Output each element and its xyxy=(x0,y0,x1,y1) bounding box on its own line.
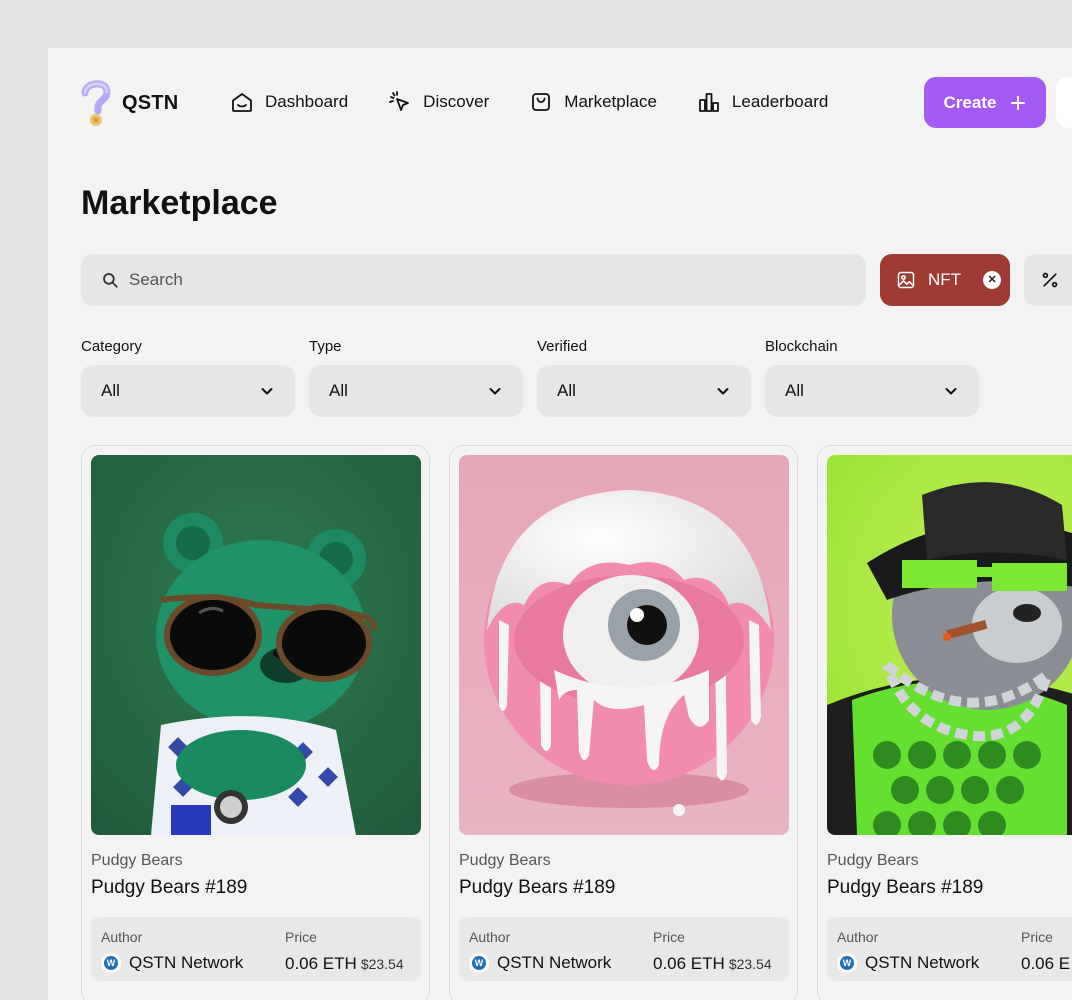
green-bear-art xyxy=(91,455,421,835)
select-value: All xyxy=(101,381,120,400)
nav-item-marketplace[interactable]: Marketplace xyxy=(529,90,657,114)
card-meta: Author Price W QSTN Network 0.06 E xyxy=(827,917,1072,981)
app-name: QSTN xyxy=(122,91,179,114)
chevron-down-icon xyxy=(945,388,957,395)
price-usd: $23.54 xyxy=(728,956,772,972)
filter-label: Blockchain xyxy=(765,338,838,355)
author-name: QSTN Network xyxy=(865,953,980,972)
item-name: Pudgy Bears #189 xyxy=(827,877,984,898)
category-select[interactable]: All xyxy=(81,365,295,417)
network-logo-icon: W xyxy=(101,953,121,973)
panda-art xyxy=(827,455,1072,835)
author-name: QSTN Network xyxy=(129,953,244,972)
nft-image[interactable] xyxy=(91,455,421,835)
author-label: Author xyxy=(469,929,511,945)
filter-blockchain: Blockchain All xyxy=(765,338,979,417)
filter-label: Type xyxy=(309,338,342,355)
author-label: Author xyxy=(101,929,143,945)
shopping-bag-icon xyxy=(532,93,551,111)
price-usd: $23.54 xyxy=(360,956,404,972)
chevron-down-icon xyxy=(717,388,729,395)
price-label: Price xyxy=(653,929,685,945)
nft-image[interactable] xyxy=(459,455,789,835)
filter-type: Type All xyxy=(309,338,523,417)
author[interactable]: W QSTN Network xyxy=(469,953,611,973)
card-meta: Author Price W QSTN Network 0.06 ETH $23.… xyxy=(459,917,789,981)
search-bar xyxy=(81,254,866,306)
search-input[interactable] xyxy=(129,270,729,290)
filter-verified: Verified All xyxy=(537,338,751,417)
author[interactable]: W QSTN Network xyxy=(101,953,243,973)
nav-label: Dashboard xyxy=(265,92,349,111)
image-icon xyxy=(897,271,915,289)
author-label: Author xyxy=(837,929,879,945)
verified-select[interactable]: All xyxy=(537,365,751,417)
logo[interactable]: QSTN xyxy=(80,78,178,128)
filter-label: Verified xyxy=(537,338,588,355)
author-name: QSTN Network xyxy=(497,953,612,972)
price-eth: 0.06 ETH xyxy=(285,954,357,973)
chip-label: NFT xyxy=(928,270,962,289)
filter-category: Category All xyxy=(81,338,295,417)
home-icon xyxy=(232,93,252,112)
price: 0.06 ETH $23.54 xyxy=(653,954,772,974)
nft-card[interactable]: Pudgy Bears Pudgy Bears #189 Author Pric… xyxy=(817,445,1072,1000)
card-meta: Author Price W QSTN Network 0.06 ETH $23.… xyxy=(91,917,421,981)
nft-card[interactable]: Pudgy Bears Pudgy Bears #189 Author Pric… xyxy=(81,445,430,1000)
header-secondary-button[interactable] xyxy=(1056,77,1072,128)
page-title: Marketplace xyxy=(81,184,278,222)
price-label: Price xyxy=(1021,929,1053,945)
filter-chip-nft[interactable]: NFT ✕ xyxy=(880,254,1010,306)
bar-chart-icon xyxy=(699,93,719,112)
nav-label: Discover xyxy=(423,92,490,111)
nft-image[interactable] xyxy=(827,455,1072,835)
create-button[interactable]: Create xyxy=(924,77,1046,128)
nav-item-leaderboard[interactable]: Leaderboard xyxy=(697,90,828,114)
pink-eyeball-art xyxy=(459,455,789,835)
item-name: Pudgy Bears #189 xyxy=(91,877,248,898)
search-icon xyxy=(103,273,118,288)
price: 0.06 ETH $23.54 xyxy=(285,954,404,974)
close-icon[interactable]: ✕ xyxy=(983,271,1002,289)
collection-name: Pudgy Bears xyxy=(459,852,551,869)
nav-label: Marketplace xyxy=(564,92,657,111)
nft-card[interactable]: Pudgy Bears Pudgy Bears #189 Author Pric… xyxy=(449,445,798,1000)
type-select[interactable]: All xyxy=(309,365,523,417)
create-button-label: Create xyxy=(943,92,997,112)
nav-item-discover[interactable]: Discover xyxy=(388,90,489,114)
collection-name: Pudgy Bears xyxy=(827,852,919,869)
percent-icon xyxy=(1042,272,1058,288)
network-logo-icon: W xyxy=(469,953,489,973)
plus-icon xyxy=(1011,95,1026,110)
author[interactable]: W QSTN Network xyxy=(837,953,979,973)
chevron-down-icon xyxy=(489,388,501,395)
nav-label: Leaderboard xyxy=(731,92,829,111)
price-eth: 0.06 ETH xyxy=(653,954,725,973)
blockchain-select[interactable]: All xyxy=(765,365,979,417)
price: 0.06 E xyxy=(1021,954,1072,974)
collection-name: Pudgy Bears xyxy=(91,852,183,869)
select-value: All xyxy=(785,381,804,400)
item-name: Pudgy Bears #189 xyxy=(459,877,616,898)
network-logo-icon: W xyxy=(837,953,857,973)
price-label: Price xyxy=(285,929,317,945)
cursor-click-icon xyxy=(389,91,410,111)
price-eth: 0.06 E xyxy=(1021,954,1071,973)
app-container: QSTN Dashboard Discover Marketplace Lead… xyxy=(48,48,1072,1000)
window-frame: QSTN Dashboard Discover Marketplace Lead… xyxy=(0,0,1072,1000)
select-value: All xyxy=(329,381,348,400)
question-mark-logo-icon xyxy=(81,80,111,126)
nav-item-dashboard[interactable]: Dashboard xyxy=(230,90,348,114)
select-value: All xyxy=(557,381,576,400)
filter-chip-percent[interactable] xyxy=(1024,254,1072,306)
filter-label: Category xyxy=(81,338,142,355)
chevron-down-icon xyxy=(261,388,273,395)
main-nav: Dashboard Discover Marketplace Leaderboa… xyxy=(230,90,828,114)
